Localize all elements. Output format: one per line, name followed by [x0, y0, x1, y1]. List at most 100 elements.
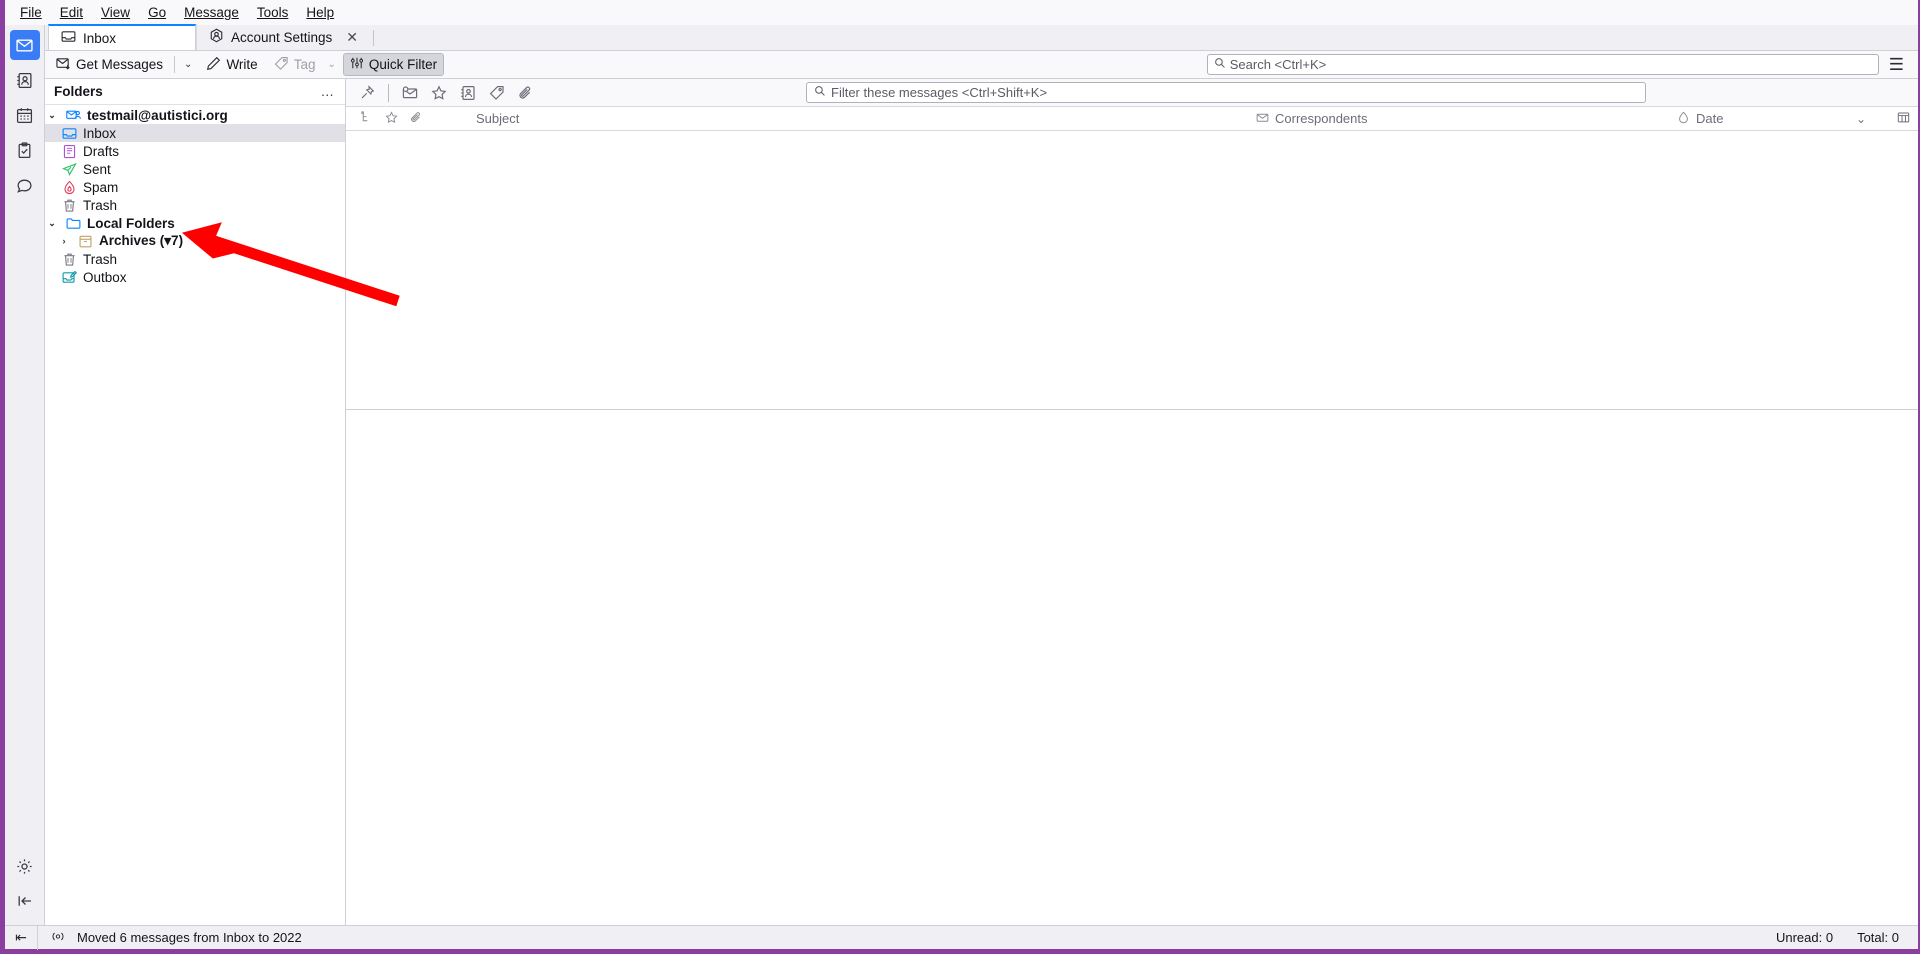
close-icon[interactable]: ✕ [346, 30, 358, 44]
tasks-icon [16, 142, 33, 159]
tab-account-settings-label: Account Settings [231, 30, 332, 45]
rail-button-mail[interactable] [10, 30, 40, 60]
menu-go[interactable]: Go [139, 3, 175, 22]
thread-icon [360, 111, 373, 127]
write-label: Write [226, 57, 257, 72]
folder-row-local-folders[interactable]: ⌄ Local Folders [45, 214, 345, 232]
starred-icon[interactable] [426, 82, 452, 104]
tab-separator [373, 30, 374, 46]
contact-icon[interactable] [455, 82, 481, 104]
total-count: Total: 0 [1857, 930, 1899, 945]
rail-button-calendar[interactable] [10, 100, 40, 130]
folder-row-outbox-label: Outbox [83, 270, 127, 285]
correspondents-column-header[interactable]: Correspondents [1275, 107, 1671, 131]
write-button[interactable]: Write [199, 53, 264, 77]
app-menu-button[interactable]: ☰ [1881, 54, 1912, 75]
folder-list: ⌄ testmail@autistici.org [45, 105, 345, 925]
menu-view-label: View [101, 5, 130, 20]
folder-row-sent[interactable]: Sent [45, 160, 345, 178]
message-preview-pane [346, 410, 1918, 925]
get-messages-group: Get Messages ⌄ [49, 53, 197, 77]
unread-icon[interactable] [397, 82, 423, 104]
unread-column-header[interactable] [1250, 107, 1275, 131]
panes: Folders … ⌄ testmail@a [45, 79, 1918, 925]
tag-dropdown[interactable]: ⌄ [322, 56, 340, 73]
status-activity: Moved 6 messages from Inbox to 2022 [38, 930, 302, 946]
folder-row-inbox-label: Inbox [83, 126, 116, 141]
drafts-folder-icon [61, 143, 77, 159]
menu-help[interactable]: Help [297, 3, 343, 22]
unread-count: Unread: 0 [1776, 930, 1833, 945]
menu-tools[interactable]: Tools [248, 3, 298, 22]
tab-account-settings[interactable]: Account Settings ✕ [196, 24, 371, 50]
rail-button-address-book[interactable] [10, 65, 40, 95]
folder-row-outbox[interactable]: Outbox [45, 268, 345, 286]
spam-column-header[interactable] [1671, 107, 1696, 131]
folder-row-drafts[interactable]: Drafts [45, 142, 345, 160]
folder-row-archives-label: Archives (▾7) [99, 233, 183, 249]
folder-row-spam-label: Spam [83, 180, 118, 195]
folder-row-trash-account[interactable]: Trash [45, 196, 345, 214]
filter-messages-input[interactable]: Filter these messages <Ctrl+Shift+K> [806, 82, 1646, 103]
quick-filter-bar: Filter these messages <Ctrl+Shift+K> [346, 79, 1918, 107]
folder-row-inbox[interactable]: Inbox [45, 124, 345, 142]
menu-edit[interactable]: Edit [51, 3, 92, 22]
message-list[interactable] [346, 131, 1918, 409]
twisty-icon[interactable]: › [57, 236, 71, 246]
menu-edit-label: Edit [60, 5, 83, 20]
folder-row-trash-account-label: Trash [83, 198, 117, 213]
search-input[interactable]: Search <Ctrl+K> [1207, 54, 1879, 75]
attachment-column-header[interactable] [404, 107, 429, 131]
menu-file-label: File [20, 5, 42, 20]
status-message: Moved 6 messages from Inbox to 2022 [77, 930, 302, 945]
quick-filter-separator [388, 84, 389, 102]
folder-row-spam[interactable]: Spam [45, 178, 345, 196]
rail-bottom-group [5, 851, 44, 921]
correspondents-column-label: Correspondents [1275, 111, 1368, 126]
status-counts: Unread: 0 Total: 0 [1776, 930, 1918, 945]
subject-column-label: Subject [476, 111, 519, 126]
menu-message[interactable]: Message [175, 3, 248, 22]
thread-column-header[interactable] [354, 107, 379, 131]
attachment-icon[interactable] [513, 82, 539, 104]
quick-filter-button[interactable]: Quick Filter [343, 53, 444, 76]
sent-folder-icon [61, 161, 77, 177]
local-folders-icon [65, 215, 81, 231]
rail-button-chat[interactable] [10, 170, 40, 200]
tags-icon[interactable] [484, 82, 510, 104]
chat-icon [16, 177, 33, 194]
quick-filter-icon [350, 56, 364, 73]
menu-file[interactable]: File [11, 3, 51, 22]
collapse-panel-button[interactable]: ⇤ [5, 926, 38, 950]
mail-toolbar: Get Messages ⌄ Write [45, 51, 1918, 79]
twisty-icon[interactable]: ⌄ [45, 218, 59, 229]
tag-icon [274, 56, 289, 74]
folder-pane: Folders … ⌄ testmail@a [45, 79, 346, 925]
tag-label: Tag [294, 57, 316, 72]
column-picker-icon[interactable] [1897, 111, 1910, 127]
get-messages-dropdown[interactable]: ⌄ [179, 56, 197, 73]
starred-column-header[interactable] [379, 107, 404, 131]
search-icon [814, 85, 826, 100]
rail-button-settings[interactable] [10, 851, 40, 881]
folder-pane-options-button[interactable]: … [321, 84, 336, 99]
rail-button-tasks[interactable] [10, 135, 40, 165]
paperclip-icon [410, 111, 423, 127]
folder-row-trash-local[interactable]: Trash [45, 250, 345, 268]
account-settings-icon [209, 28, 224, 46]
tab-inbox[interactable]: Inbox [48, 24, 196, 50]
menu-view[interactable]: View [92, 3, 139, 22]
tag-button[interactable]: Tag [267, 53, 323, 77]
message-pane: Filter these messages <Ctrl+Shift+K> [346, 79, 1918, 925]
twisty-icon[interactable]: ⌄ [45, 110, 59, 121]
folder-row-archives[interactable]: › Archives (▾7) [45, 232, 345, 250]
date-column-header[interactable]: Date [1696, 107, 1856, 131]
subject-column-header[interactable]: Subject [429, 107, 1250, 131]
folder-row-account[interactable]: ⌄ testmail@autistici.org [45, 106, 345, 124]
pin-icon[interactable] [354, 82, 380, 104]
inbox-folder-icon [61, 125, 77, 141]
spaces-rail [5, 25, 45, 925]
sort-chevron-icon[interactable]: ⌄ [1856, 112, 1866, 126]
get-messages-button[interactable]: Get Messages [49, 53, 170, 77]
rail-button-collapse[interactable] [10, 886, 40, 916]
